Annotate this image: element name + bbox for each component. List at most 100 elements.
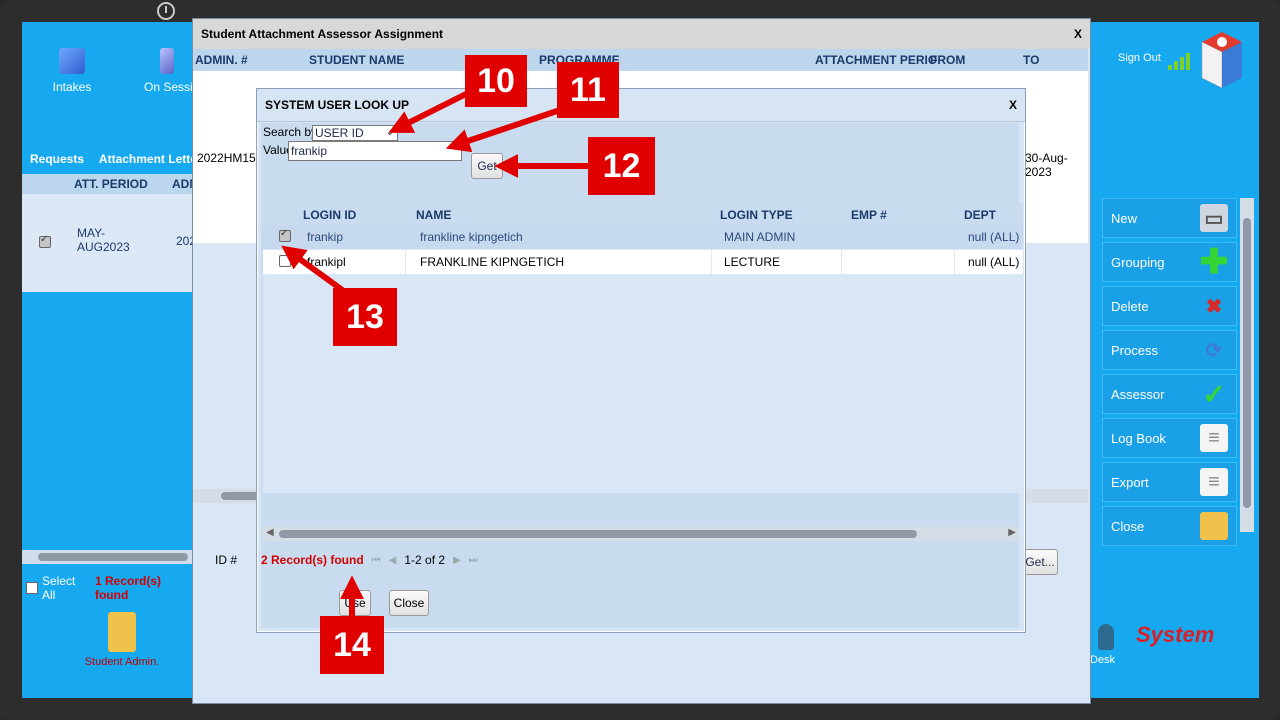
row-dept: null (ALL) <box>968 230 1020 244</box>
col-to: TO <box>1023 53 1040 67</box>
select-all[interactable]: Select All 1 Record(s) found <box>22 574 197 602</box>
horizontal-scrollbar[interactable] <box>22 550 197 564</box>
document-icon: ≡ <box>1200 424 1228 452</box>
row-to: 30-Aug-2023 <box>1025 151 1068 179</box>
folder-user-icon <box>108 612 136 652</box>
clock-icon <box>157 2 175 20</box>
row-dept: null (ALL) <box>968 255 1020 269</box>
col-from: FROM <box>930 53 966 67</box>
col-dept: DEPT <box>964 208 997 222</box>
nav-requests[interactable]: Requests <box>30 152 84 166</box>
user-grid: LOGIN ID NAME LOGIN TYPE EMP # DEPT fran… <box>263 203 1023 493</box>
process-icon: ⟳ <box>1205 339 1223 362</box>
select-all-checkbox[interactable] <box>26 582 38 594</box>
callout-14: 14 <box>320 616 384 674</box>
row-name: frankline kipngetich <box>420 230 523 244</box>
use-button[interactable]: Use <box>339 590 371 616</box>
top-nav: Requests Attachment Lette <box>30 152 209 166</box>
callout-11: 11 <box>557 62 619 118</box>
row-login-id: frankipl <box>307 255 346 269</box>
left-footer: Select All 1 Record(s) found <box>22 550 197 602</box>
row-login-type: MAIN ADMIN <box>724 230 796 244</box>
system-one-logo: System <box>1136 622 1215 647</box>
left-table: ATT. PERIOD ADM MAY- AUG2023 202 <box>22 174 199 292</box>
lookup-records-found: 2 Record(s) found <box>261 553 364 567</box>
first-page-icon[interactable]: ⏮ <box>372 555 381 566</box>
col-admin: ADMIN. # <box>195 53 248 67</box>
col-name: NAME <box>416 208 452 222</box>
table-row[interactable]: MAY- AUG2023 202 <box>22 194 197 292</box>
folder-icon <box>1200 512 1228 540</box>
close-button[interactable]: Close <box>389 590 429 616</box>
intakes-app[interactable]: Intakes <box>52 48 92 94</box>
one-logo-icon <box>1201 32 1242 89</box>
id-label: ID # <box>215 553 238 567</box>
col-att-period: ATT. PERIOD <box>74 177 148 191</box>
row-checkbox[interactable] <box>279 255 291 267</box>
value-input[interactable]: frankip <box>288 141 462 161</box>
help-desk-app[interactable]: Desk <box>1090 624 1115 666</box>
lookup-horizontal-scrollbar[interactable]: ◀ ▶ <box>263 527 1019 541</box>
outer-table-header: ADMIN. # STUDENT NAME PROGRAMME ATTACHME… <box>193 49 1088 71</box>
lookup-close-button[interactable]: X <box>1009 98 1017 112</box>
row-name: FRANKLINE KIPNGETICH <box>420 255 565 269</box>
row-period: MAY- AUG2023 <box>77 226 130 254</box>
signal-icon <box>1168 52 1196 70</box>
sign-out-link[interactable]: Sign Out <box>1118 52 1161 64</box>
chevron-down-icon: ⌄ <box>385 127 394 138</box>
next-page-icon[interactable]: ▶ <box>453 555 461 566</box>
process-button[interactable]: Process ⟳ <box>1102 330 1237 370</box>
table-row[interactable]: frankipl FRANKLINE KIPNGETICH LECTURE nu… <box>263 250 1023 274</box>
delete-button[interactable]: Delete ✖ <box>1102 286 1237 326</box>
col-login-type: LOGIN TYPE <box>720 208 793 222</box>
sessions-icon <box>160 48 174 74</box>
assessor-button[interactable]: Assessor ✓ <box>1102 374 1237 414</box>
export-button[interactable]: Export ≡ <box>1102 462 1237 502</box>
dialog-titlebar: Student Attachment Assessor Assignment X <box>193 19 1090 49</box>
nav-attachment-letters[interactable]: Attachment Lette <box>99 152 197 166</box>
lookup-titlebar: SYSTEM USER LOOK UP X <box>257 89 1025 122</box>
scroll-right-icon[interactable]: ▶ <box>1008 527 1016 538</box>
get-button[interactable]: Get... <box>1022 549 1058 575</box>
search-by-select[interactable]: USER ID ⌄ <box>312 125 398 141</box>
vertical-scrollbar[interactable] <box>1240 198 1254 532</box>
plus-icon: ✚ <box>1199 243 1229 281</box>
student-admin-app[interactable]: Student Admin. <box>82 612 162 668</box>
col-attachment-period: ATTACHMENT PERIO <box>815 53 938 67</box>
log-book-button[interactable]: Log Book ≡ <box>1102 418 1237 458</box>
row-checkbox[interactable] <box>39 234 51 248</box>
row-checkbox[interactable] <box>279 228 291 242</box>
scroll-left-icon[interactable]: ◀ <box>266 527 274 538</box>
callout-13: 13 <box>333 288 397 346</box>
lookup-title: SYSTEM USER LOOK UP <box>265 98 410 112</box>
grid-header: LOGIN ID NAME LOGIN TYPE EMP # DEPT <box>263 203 1023 226</box>
sessions-app[interactable]: On Sessi <box>144 48 194 94</box>
new-button[interactable]: New ▭ <box>1102 198 1237 238</box>
last-page-icon[interactable]: ⏭ <box>469 555 478 566</box>
prev-page-icon[interactable]: ◀ <box>389 555 397 566</box>
row-login-id: frankip <box>307 230 344 244</box>
dialog-title: Student Attachment Assessor Assignment <box>201 27 444 41</box>
records-found: 1 Record(s) found <box>94 574 162 602</box>
select-all-label: Select All <box>41 574 76 602</box>
row-admin: 2022HM150 <box>197 151 263 165</box>
person-icon <box>1098 624 1114 650</box>
student-admin-label: Student Admin. <box>84 656 160 668</box>
desk-label: Desk <box>1090 654 1116 666</box>
sessions-label: On Sessi <box>144 80 193 94</box>
pager: 2 Record(s) found ⏮ ◀ 1-2 of 2 ▶ ⏭ <box>261 553 478 567</box>
grouping-button[interactable]: Grouping ✚ <box>1102 242 1237 282</box>
col-student-name: STUDENT NAME <box>309 53 405 67</box>
callout-12: 12 <box>588 137 655 195</box>
page-info: 1-2 of 2 <box>404 553 446 567</box>
dialog-close-button[interactable]: X <box>1074 27 1082 41</box>
search-by-label: Search by <box>263 125 318 139</box>
left-table-header: ATT. PERIOD ADM <box>22 174 199 194</box>
lookup-get-button[interactable]: Get <box>471 153 503 179</box>
close-app-button[interactable]: Close <box>1102 506 1237 546</box>
col-emp: EMP # <box>851 208 887 222</box>
row-login-type: LECTURE <box>724 255 781 269</box>
new-icon: ▭ <box>1200 204 1228 232</box>
table-row[interactable]: frankip frankline kipngetich MAIN ADMIN … <box>263 225 1023 249</box>
check-icon: ✓ <box>1202 378 1226 410</box>
